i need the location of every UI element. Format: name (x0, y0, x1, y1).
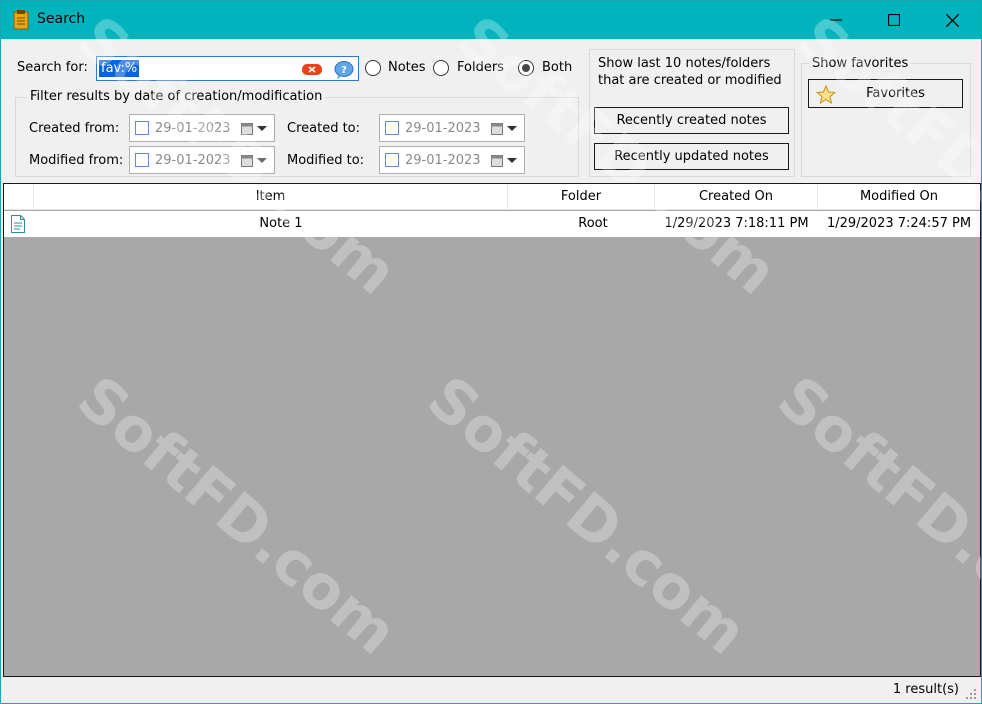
minimize-icon (830, 19, 842, 21)
clear-search-icon[interactable] (302, 64, 322, 75)
results-list[interactable]: Item Folder Created On Modified On Note … (3, 183, 981, 677)
star-icon (816, 85, 836, 104)
svg-text:?: ? (341, 65, 347, 76)
radio-folders[interactable] (433, 60, 449, 76)
search-window: Search Search for: fav:% ? Notes Folders… (0, 0, 982, 704)
close-icon (945, 13, 959, 27)
chevron-down-icon[interactable] (257, 158, 267, 163)
chevron-down-icon[interactable] (507, 158, 517, 163)
created-from-picker[interactable]: 29-01-2023 (129, 114, 275, 142)
search-label: Search for: (17, 60, 88, 75)
search-input[interactable] (97, 57, 297, 80)
row-folder: Root (578, 216, 608, 231)
modified-to-label: Modified to: (287, 153, 365, 168)
maximize-button[interactable] (865, 1, 923, 39)
table-row[interactable]: Note 1 Root 1/29/2023 7:18:11 PM 1/29/20… (4, 211, 980, 237)
favorites-button[interactable]: Favorites (808, 79, 963, 108)
modified-to-picker[interactable]: 29-01-2023 (379, 146, 525, 174)
resize-grip-icon[interactable] (965, 688, 977, 700)
column-header-modified-on[interactable]: Modified On (818, 184, 980, 210)
recently-created-button[interactable]: Recently created notes (594, 107, 789, 134)
radio-both[interactable] (518, 60, 534, 76)
created-to-picker[interactable]: 29-01-2023 (379, 114, 525, 142)
modified-to-checkbox[interactable] (385, 153, 399, 167)
row-created-on: 1/29/2023 7:18:11 PM (664, 216, 809, 231)
recent-description-line2: that are created or modified (598, 73, 782, 88)
recently-updated-button[interactable]: Recently updated notes (594, 143, 789, 170)
created-from-label: Created from: (29, 121, 120, 136)
notes-app-icon (13, 10, 29, 30)
modified-to-value: 29-01-2023 (405, 153, 481, 168)
radio-both-label[interactable]: Both (542, 60, 572, 75)
radio-folders-label[interactable]: Folders (457, 60, 504, 75)
column-header-created-on[interactable]: Created On (655, 184, 818, 210)
created-to-value: 29-01-2023 (405, 121, 481, 136)
modified-from-picker[interactable]: 29-01-2023 (129, 146, 275, 174)
icon-column-header[interactable] (4, 184, 34, 210)
row-modified-on: 1/29/2023 7:24:57 PM (826, 216, 972, 231)
created-to-checkbox[interactable] (385, 121, 399, 135)
created-to-label: Created to: (287, 121, 361, 136)
title-bar[interactable]: Search (1, 1, 981, 39)
minimize-button[interactable] (807, 1, 865, 39)
note-document-icon (11, 215, 25, 233)
date-filter-legend: Filter results by date of creation/modif… (27, 89, 326, 104)
created-from-value: 29-01-2023 (155, 121, 231, 136)
calendar-icon (491, 123, 503, 135)
column-header-item[interactable]: Item (34, 184, 508, 210)
help-icon[interactable]: ? (334, 61, 354, 79)
modified-from-label: Modified from: (29, 153, 124, 168)
search-input-box[interactable]: fav:% ? (96, 56, 359, 81)
favorites-legend: Show favorites (809, 56, 912, 71)
maximize-icon (888, 14, 900, 26)
radio-notes[interactable] (365, 60, 381, 76)
calendar-icon (241, 155, 253, 167)
created-from-checkbox[interactable] (135, 121, 149, 135)
recent-description-line1: Show last 10 notes/folders (598, 56, 771, 71)
modified-from-value: 29-01-2023 (155, 153, 231, 168)
close-button[interactable] (923, 1, 981, 39)
chevron-down-icon[interactable] (507, 126, 517, 131)
calendar-icon (241, 123, 253, 135)
modified-from-checkbox[interactable] (135, 153, 149, 167)
radio-notes-label[interactable]: Notes (388, 60, 426, 75)
result-count: 1 result(s) (892, 682, 959, 697)
favorites-button-label: Favorites (866, 86, 925, 101)
status-bar: 1 result(s) (1, 679, 981, 703)
window-title: Search (37, 11, 86, 27)
row-item: Note 1 (259, 216, 303, 231)
calendar-icon (491, 155, 503, 167)
column-header-folder[interactable]: Folder (508, 184, 655, 210)
results-header: Item Folder Created On Modified On (4, 184, 980, 210)
chevron-down-icon[interactable] (257, 126, 267, 131)
